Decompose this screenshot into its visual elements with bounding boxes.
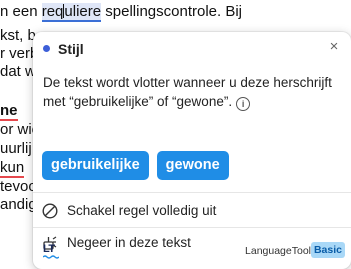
languagetool-logo: LT — [43, 243, 55, 255]
suggestion-button[interactable]: gewone — [156, 151, 229, 180]
doc-line-4: dat w — [0, 63, 36, 80]
doc-text: kun — [0, 159, 25, 178]
brand-name: LanguageTool — [245, 245, 311, 257]
doc-line-5: ne — [0, 102, 18, 121]
doc-line-2: kst, b — [0, 27, 36, 44]
doc-line-10: andig — [0, 196, 37, 213]
rule-category-dot — [43, 45, 50, 52]
popup-footer: LT LanguageTool Basic — [33, 233, 351, 269]
suggestion-list: gebruikelijke gewone — [42, 151, 229, 180]
flagged-word-part: uliere — [64, 3, 102, 20]
doc-text: n een — [0, 3, 42, 20]
logo-wave-icon — [43, 255, 59, 259]
doc-line-9: tevoo — [0, 178, 37, 195]
languagetool-popup: Stijl × De tekst wordt vlotter wanneer u… — [33, 32, 351, 269]
divider — [33, 227, 351, 228]
disable-rule-label: Schakel regel volledig uit — [67, 203, 217, 218]
suggestion-button[interactable]: gebruikelijke — [42, 151, 149, 180]
disable-rule-button[interactable]: Schakel regel volledig uit — [33, 196, 351, 226]
rule-message: De tekst wordt vlotter wanneer u deze he… — [43, 73, 333, 111]
popup-header: Stijl × — [33, 32, 351, 66]
divider — [33, 192, 351, 193]
rule-message-text: De tekst wordt vlotter wanneer u deze he… — [43, 75, 332, 109]
doc-line-7: uurlij — [0, 140, 32, 157]
doc-text: spellingscontrole. Bij — [101, 3, 242, 20]
flagged-word[interactable]: requliere — [41, 3, 102, 22]
prohibited-icon — [42, 203, 58, 219]
close-icon[interactable]: × — [325, 38, 343, 56]
doc-text: ne — [0, 102, 18, 121]
doc-line-8: kun — [0, 159, 25, 178]
doc-line-1: n een requliere spellingscontrole. Bij — [0, 3, 242, 22]
info-icon[interactable]: i — [236, 97, 251, 111]
plan-badge[interactable]: Basic — [310, 242, 345, 258]
rule-title: Stijl — [58, 41, 84, 57]
flagged-word-part: req — [41, 3, 64, 20]
